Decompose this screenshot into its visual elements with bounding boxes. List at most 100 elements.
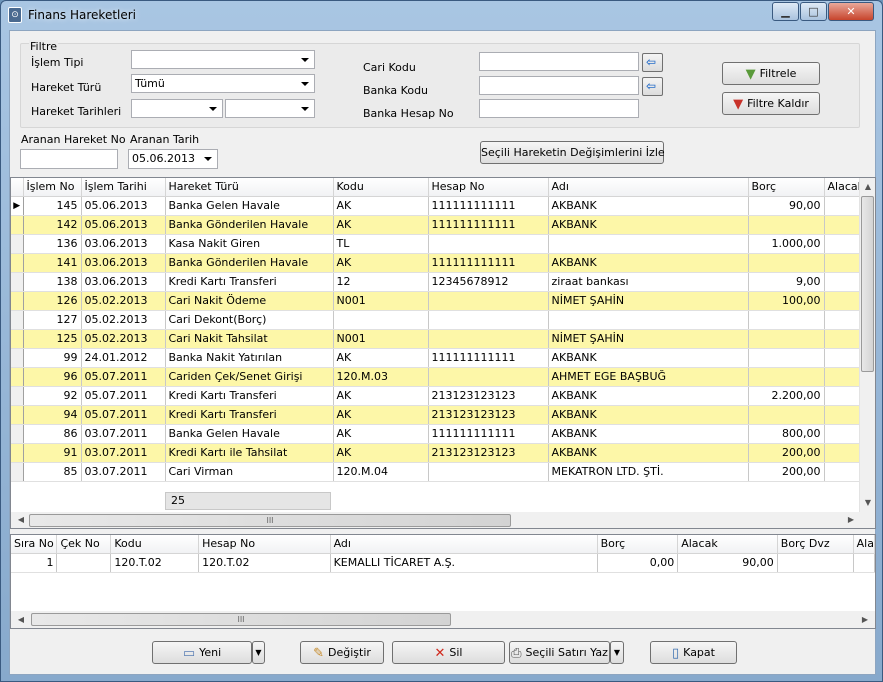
detay-horizontal-scrollbar[interactable]: ◀ III ▶: [11, 611, 875, 628]
column-header[interactable]: İşlem No: [23, 178, 82, 197]
row-indicator[interactable]: [11, 443, 24, 463]
maximize-button[interactable]: □: [800, 2, 827, 21]
table-cell[interactable]: [548, 310, 749, 330]
table-cell[interactable]: 111111111111: [428, 196, 549, 216]
table-cell[interactable]: [777, 553, 854, 573]
table-cell[interactable]: Cari Dekont(Borç): [165, 310, 334, 330]
table-row[interactable]: 91 03.07.2011 Kredi Kartı ile Tahsilat AK 21…: [11, 443, 865, 463]
table-cell[interactable]: [748, 310, 825, 330]
table-cell[interactable]: AKBANK: [548, 253, 749, 273]
table-cell[interactable]: 100,00: [748, 291, 825, 311]
table-cell[interactable]: [748, 367, 825, 387]
scroll-down-icon[interactable]: ▼: [860, 498, 875, 507]
current-row-arrow-icon[interactable]: ▶: [11, 196, 24, 216]
table-cell[interactable]: MEKATRON LTD. ŞTİ.: [548, 462, 749, 482]
yazdir-dropdown-button[interactable]: ▼: [610, 641, 624, 664]
table-cell[interactable]: AK: [333, 215, 429, 235]
hareket-horizontal-scrollbar[interactable]: ◀ III ▶: [11, 512, 875, 528]
table-cell[interactable]: 99: [23, 348, 82, 368]
detay-grid[interactable]: Sıra No Çek No Kodu Hesap No Adı Borç Alacak Bo…: [10, 534, 876, 629]
table-cell[interactable]: AKBANK: [548, 386, 749, 406]
row-indicator[interactable]: [11, 253, 24, 273]
table-cell[interactable]: [748, 329, 825, 349]
table-row[interactable]: 92 05.07.2011 Kredi Kartı Transferi AK 21312…: [11, 386, 865, 406]
column-header[interactable]: Borç: [748, 178, 825, 197]
table-cell[interactable]: 94: [23, 405, 82, 425]
table-cell[interactable]: AKBANK: [548, 405, 749, 425]
table-cell[interactable]: N001: [333, 291, 429, 311]
table-cell[interactable]: [333, 310, 429, 330]
table-cell[interactable]: 800,00: [748, 424, 825, 444]
table-cell[interactable]: 03.07.2011: [81, 443, 166, 463]
filtre-kaldir-button[interactable]: ▼ Filtre Kaldır: [722, 92, 820, 115]
column-header[interactable]: Kodu: [110, 535, 200, 554]
column-header[interactable]: Borç: [597, 535, 679, 554]
table-row[interactable]: 141 03.06.2013 Banka Gönderilen Havale AK 11…: [11, 253, 865, 273]
tarih-baslangic-picker[interactable]: [131, 99, 223, 118]
table-cell[interactable]: 24.01.2012: [81, 348, 166, 368]
row-indicator[interactable]: [11, 310, 24, 330]
banka-kodu-input[interactable]: [479, 76, 639, 95]
hareket-grid[interactable]: İşlem No İşlem Tarihi Hareket Türü Kodu Hesa…: [10, 177, 876, 529]
table-row[interactable]: 142 05.06.2013 Banka Gönderilen Havale AK 11…: [11, 215, 865, 235]
table-cell[interactable]: [748, 348, 825, 368]
filtrele-button[interactable]: ▼ Filtrele: [722, 62, 820, 85]
scroll-right-icon[interactable]: ▶: [843, 515, 859, 524]
hareket-turu-select[interactable]: Tümü: [131, 74, 315, 93]
table-cell[interactable]: [428, 462, 549, 482]
table-cell[interactable]: 03.06.2013: [81, 234, 166, 254]
table-cell[interactable]: [748, 253, 825, 273]
table-cell[interactable]: 05.06.2013: [81, 196, 166, 216]
table-row[interactable]: 125 05.02.2013 Cari Nakit Tahsilat N001 NİME…: [11, 329, 865, 349]
table-cell[interactable]: 90,00: [677, 553, 778, 573]
table-cell[interactable]: 127: [23, 310, 82, 330]
table-cell[interactable]: 05.02.2013: [81, 291, 166, 311]
table-row[interactable]: 85 03.07.2011 Cari Virman 120.M.04 MEKATRON …: [11, 462, 865, 482]
table-cell[interactable]: 213123123123: [428, 443, 549, 463]
table-cell[interactable]: AKBANK: [548, 196, 749, 216]
table-cell[interactable]: KEMALLI TİCARET A.Ş.: [330, 553, 598, 573]
table-cell[interactable]: 96: [23, 367, 82, 387]
column-header[interactable]: Alacak: [677, 535, 778, 554]
table-cell[interactable]: [428, 291, 549, 311]
table-cell[interactable]: AK: [333, 405, 429, 425]
table-cell[interactable]: [428, 310, 549, 330]
table-cell[interactable]: 126: [23, 291, 82, 311]
table-cell[interactable]: Cari Nakit Ödeme: [165, 291, 334, 311]
row-indicator[interactable]: [11, 386, 24, 406]
close-button[interactable]: ✕: [828, 2, 874, 21]
table-cell[interactable]: 213123123123: [428, 386, 549, 406]
table-cell[interactable]: Banka Nakit Yatırılan: [165, 348, 334, 368]
table-cell[interactable]: 111111111111: [428, 253, 549, 273]
yeni-dropdown-button[interactable]: ▼: [252, 641, 265, 664]
table-cell[interactable]: 85: [23, 462, 82, 482]
table-cell[interactable]: Kredi Kartı Transferi: [165, 272, 334, 292]
aranan-tarih-picker[interactable]: 05.06.2013: [128, 149, 218, 169]
table-cell[interactable]: 0,00: [597, 553, 679, 573]
kapat-button[interactable]: ▯ Kapat: [650, 641, 737, 664]
degistir-button[interactable]: ✎ Değiştir: [300, 641, 384, 664]
row-indicator[interactable]: [11, 405, 24, 425]
table-cell[interactable]: 05.07.2011: [81, 405, 166, 425]
table-cell[interactable]: Banka Gelen Havale: [165, 424, 334, 444]
table-cell[interactable]: 120.M.04: [333, 462, 429, 482]
scroll-left-icon[interactable]: ◀: [13, 515, 29, 524]
tarih-bitis-picker[interactable]: [225, 99, 315, 118]
table-row[interactable]: 86 03.07.2011 Banka Gelen Havale AK 11111111…: [11, 424, 865, 444]
horizontal-scroll-thumb[interactable]: III: [29, 514, 511, 527]
row-indicator[interactable]: [11, 329, 24, 349]
table-cell[interactable]: 120.T.02: [198, 553, 331, 573]
table-cell[interactable]: 12: [333, 272, 429, 292]
row-indicator[interactable]: [11, 291, 24, 311]
table-cell[interactable]: 120.M.03: [333, 367, 429, 387]
sil-button[interactable]: ✕ Sil: [392, 641, 505, 664]
minimize-button[interactable]: ▁: [772, 2, 799, 21]
column-header[interactable]: Hareket Türü: [165, 178, 334, 197]
column-header[interactable]: Adı: [548, 178, 749, 197]
table-cell[interactable]: 03.07.2011: [81, 462, 166, 482]
table-cell[interactable]: 9,00: [748, 272, 825, 292]
table-cell[interactable]: 05.06.2013: [81, 215, 166, 235]
table-cell[interactable]: 136: [23, 234, 82, 254]
table-cell[interactable]: [748, 215, 825, 235]
row-indicator[interactable]: [11, 215, 24, 235]
